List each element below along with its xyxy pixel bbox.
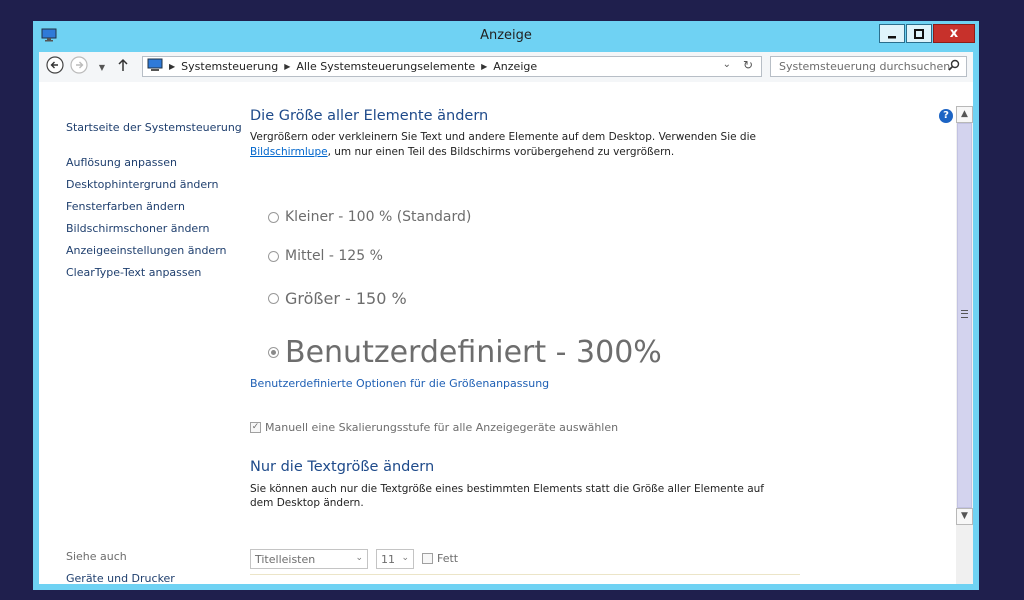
- forward-arrow-icon: [70, 56, 88, 78]
- description-text-end: , um nur einen Teil des Bildschirms vorü…: [327, 146, 675, 158]
- search-input[interactable]: Systemsteuerung durchsuchen: [770, 56, 967, 77]
- main-panel: Die Größe aller Elemente ändern Vergröße…: [250, 82, 900, 584]
- up-arrow-icon: [117, 58, 129, 76]
- title-bar[interactable]: Anzeige x: [33, 21, 979, 52]
- font-size-select-value: 11: [381, 552, 395, 566]
- scroll-up-icon[interactable]: ▲: [956, 106, 973, 123]
- checkbox-empty-icon: [422, 553, 433, 564]
- breadcrumb-separator-icon: ▶: [284, 62, 291, 71]
- bold-label: Fett: [437, 552, 459, 565]
- minimize-button[interactable]: [879, 24, 905, 43]
- radio-selected-icon: [268, 347, 279, 358]
- checkmark-icon: ✓: [250, 422, 261, 433]
- back-button[interactable]: [45, 56, 65, 78]
- radio-mittel-label: Mittel - 125 %: [285, 248, 383, 264]
- help-icon[interactable]: ?: [939, 109, 953, 123]
- manual-scaling-checkbox[interactable]: ✓ Manuell eine Skalierungsstufe für alle…: [250, 421, 618, 434]
- sidebar-item-home[interactable]: Startseite der Systemsteuerung: [66, 121, 242, 134]
- refresh-icon[interactable]: ↻: [743, 58, 753, 72]
- back-arrow-icon: [46, 56, 64, 78]
- element-select-value: Titelleisten: [255, 552, 316, 566]
- scroll-down-icon[interactable]: ▼: [956, 508, 973, 525]
- radio-groesser[interactable]: Größer - 150 %: [268, 289, 407, 308]
- control-panel-icon: [147, 58, 163, 75]
- breadcrumb-separator-icon: ▶: [481, 62, 488, 71]
- address-bar[interactable]: ▶ Systemsteuerung ▶ Alle Systemsteuerung…: [142, 56, 762, 77]
- breadcrumb-systemsteuerung[interactable]: Systemsteuerung: [181, 60, 278, 73]
- search-icon[interactable]: [948, 59, 960, 74]
- search-placeholder: Systemsteuerung durchsuchen: [779, 60, 951, 73]
- forward-button[interactable]: [69, 56, 89, 78]
- recent-pages-button[interactable]: ▼: [92, 57, 112, 77]
- radio-circle-icon: [268, 211, 279, 223]
- maximize-button[interactable]: [906, 24, 932, 43]
- font-size-select[interactable]: 11 ⌄: [376, 549, 414, 569]
- sidebar-item-geraete-drucker[interactable]: Geräte und Drucker: [66, 572, 175, 584]
- close-button[interactable]: x: [933, 24, 975, 43]
- navigation-bar: ▼ ▶ Systemsteuerung ▶ Alle Systemsteueru…: [39, 52, 973, 82]
- close-icon: x: [949, 26, 959, 41]
- up-button[interactable]: [113, 57, 133, 77]
- sidebar-item-anzeigeeinstellungen[interactable]: Anzeigeeinstellungen ändern: [66, 244, 227, 257]
- section-title-textsize: Nur die Textgröße ändern: [250, 459, 435, 475]
- radio-benutzerdefiniert-label: Benutzerdefiniert - 300%: [285, 335, 662, 370]
- scrollbar-thumb[interactable]: [957, 123, 972, 508]
- breadcrumb-separator-icon: ▶: [169, 62, 176, 71]
- page-description: Vergrößern oder verkleinern Sie Text und…: [250, 130, 770, 160]
- see-also-label: Siehe auch: [66, 550, 127, 563]
- manual-scaling-label: Manuell eine Skalierungsstufe für alle A…: [265, 421, 619, 434]
- radio-kleiner[interactable]: Kleiner - 100 % (Standard): [268, 209, 471, 225]
- maximize-icon: [914, 24, 924, 43]
- breadcrumb-alle-elemente[interactable]: Alle Systemsteuerungselemente: [296, 60, 475, 73]
- sidebar-item-bildschirmschoner[interactable]: Bildschirmschoner ändern: [66, 222, 210, 235]
- section-divider: [250, 574, 800, 575]
- chevron-down-icon: ⌄: [401, 553, 409, 563]
- chevron-down-icon: ▼: [98, 62, 106, 72]
- vertical-scrollbar[interactable]: ▲ ▼: [956, 106, 973, 584]
- radio-benutzerdefiniert[interactable]: Benutzerdefiniert - 300%: [268, 335, 662, 370]
- sidebar-item-fensterfarben[interactable]: Fensterfarben ändern: [66, 200, 185, 213]
- bold-checkbox[interactable]: Fett: [422, 552, 458, 565]
- radio-mittel[interactable]: Mittel - 125 %: [268, 248, 383, 264]
- sidebar-item-cleartype[interactable]: ClearType-Text anpassen: [66, 266, 201, 279]
- content-area: Startseite der Systemsteuerung Auflösung…: [39, 82, 973, 584]
- custom-scaling-link[interactable]: Benutzerdefinierte Optionen für die Größ…: [250, 377, 549, 390]
- bildschirmlupe-link[interactable]: Bildschirmlupe: [250, 146, 328, 158]
- element-select[interactable]: Titelleisten ⌄: [250, 549, 368, 569]
- radio-kleiner-label: Kleiner - 100 % (Standard): [285, 209, 472, 225]
- description-text: Vergrößern oder verkleinern Sie Text und…: [250, 131, 756, 143]
- radio-groesser-label: Größer - 150 %: [285, 289, 407, 308]
- minimize-icon: [887, 24, 897, 43]
- control-panel-window: Anzeige x ▼ ▶ Systemsteuerung ▶ Alle Sys: [33, 21, 979, 590]
- radio-circle-icon: [268, 250, 279, 262]
- address-dropdown-icon[interactable]: ⌄: [723, 59, 731, 70]
- breadcrumb-anzeige[interactable]: Anzeige: [493, 60, 537, 73]
- chevron-down-icon: ⌄: [355, 553, 363, 563]
- radio-circle-icon: [268, 293, 279, 304]
- sidebar-item-desktophintergrund[interactable]: Desktophintergrund ändern: [66, 178, 218, 191]
- page-title: Die Größe aller Elemente ändern: [250, 108, 489, 124]
- grip-icon: [961, 310, 968, 318]
- sidebar-item-aufloesung[interactable]: Auflösung anpassen: [66, 156, 177, 169]
- window-title: Anzeige: [480, 28, 532, 43]
- textsize-description: Sie können auch nur die Textgröße eines …: [250, 483, 764, 509]
